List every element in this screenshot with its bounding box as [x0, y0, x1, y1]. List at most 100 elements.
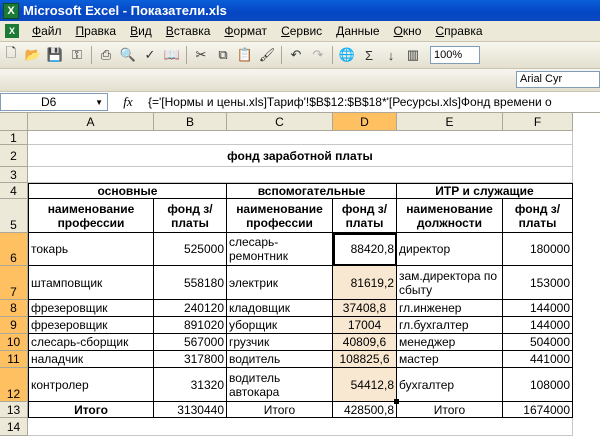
total-f[interactable]: 1674000 [503, 402, 573, 418]
header-fund-f[interactable]: фонд з/платы [503, 199, 573, 233]
column-header-c[interactable]: C [227, 113, 333, 131]
workbook-icon[interactable]: X [5, 24, 19, 38]
redo-icon[interactable]: ↷ [308, 45, 328, 65]
spelling-icon[interactable]: ✓ [140, 45, 160, 65]
cell-d10[interactable]: 40809,6 [333, 334, 397, 351]
save-icon[interactable]: 💾 [45, 45, 65, 65]
cell-f11[interactable]: 441000 [503, 351, 573, 368]
cell-f8[interactable]: 144000 [503, 300, 573, 317]
header-profession-c[interactable]: наименование профессии [227, 199, 333, 233]
permissions-icon[interactable]: ⚿ [67, 45, 87, 65]
menu-file[interactable]: Файл [25, 24, 69, 38]
cell-c6[interactable]: слесарь-ремонтник [227, 233, 333, 266]
row-header-12[interactable]: 12 [0, 368, 28, 402]
row-header-8[interactable]: 8 [0, 300, 28, 317]
empty-row-1[interactable] [28, 131, 573, 145]
header-fund-d[interactable]: фонд з/платы [333, 199, 397, 233]
cell-a10[interactable]: слесарь-сборщик [28, 334, 154, 351]
group-main[interactable]: основные [28, 183, 227, 199]
row-header-13[interactable]: 13 [0, 402, 28, 418]
excel-app-icon[interactable]: X [3, 2, 19, 19]
autosum-icon[interactable]: Σ [359, 45, 379, 65]
cell-b7[interactable]: 558180 [154, 266, 227, 300]
cell-a8[interactable]: фрезеровщик [28, 300, 154, 317]
menu-edit[interactable]: Правка [69, 24, 124, 38]
cell-d8[interactable]: 37408,8 [333, 300, 397, 317]
cell-a11[interactable]: наладчик [28, 351, 154, 368]
cell-f10[interactable]: 504000 [503, 334, 573, 351]
cell-d11[interactable]: 108825,6 [333, 351, 397, 368]
menu-tools[interactable]: Сервис [274, 24, 329, 38]
copy-icon[interactable]: ⧉ [213, 45, 233, 65]
format-painter-icon[interactable]: 🖌 [257, 45, 277, 65]
cell-c8[interactable]: кладовщик [227, 300, 333, 317]
cell-d6[interactable]: 88420,8 [333, 233, 397, 266]
total-d[interactable]: 428500,8 [333, 402, 397, 418]
cell-c11[interactable]: водитель [227, 351, 333, 368]
total-label-e[interactable]: Итого [397, 402, 503, 418]
cell-e9[interactable]: гл.бухгалтер [397, 317, 503, 334]
cell-b6[interactable]: 525000 [154, 233, 227, 266]
total-label-a[interactable]: Итого [28, 402, 154, 418]
row-header-2[interactable]: 2 [0, 145, 28, 167]
column-header-b[interactable]: B [154, 113, 227, 131]
total-label-c[interactable]: Итого [227, 402, 333, 418]
cell-f9[interactable]: 144000 [503, 317, 573, 334]
hyperlink-icon[interactable]: 🌐 [337, 45, 357, 65]
cell-f6[interactable]: 180000 [503, 233, 573, 266]
open-icon[interactable]: 📂 [23, 45, 43, 65]
print-icon[interactable]: ⎙ [96, 45, 116, 65]
row-header-4[interactable]: 4 [0, 183, 28, 199]
zoom-select[interactable]: 100% [430, 46, 480, 64]
row-header-11[interactable]: 11 [0, 351, 28, 368]
row-header-7[interactable]: 7 [0, 266, 28, 300]
cell-a6[interactable]: токарь [28, 233, 154, 266]
cell-a12[interactable]: контролер [28, 368, 154, 402]
paste-icon[interactable]: 📋 [235, 45, 255, 65]
row-header-6[interactable]: 6 [0, 233, 28, 266]
cut-icon[interactable]: ✂ [191, 45, 211, 65]
cell-c10[interactable]: грузчик [227, 334, 333, 351]
row-header-3[interactable]: 3 [0, 167, 28, 183]
cell-a7[interactable]: штамповщик [28, 266, 154, 300]
row-header-9[interactable]: 9 [0, 317, 28, 334]
cell-b11[interactable]: 317800 [154, 351, 227, 368]
menu-data[interactable]: Данные [329, 24, 386, 38]
cell-f12[interactable]: 108000 [503, 368, 573, 402]
formula-input[interactable]: {='[Нормы и цены.xls]Тариф'!$B$12:$B$18*… [148, 95, 600, 109]
cell-e8[interactable]: гл.инженер [397, 300, 503, 317]
chart-wizard-icon[interactable]: ▥ [403, 45, 423, 65]
column-header-d[interactable]: D [333, 113, 397, 131]
cell-e7[interactable]: зам.директора по сбыту [397, 266, 503, 300]
menu-insert[interactable]: Вставка [159, 24, 218, 38]
column-header-e[interactable]: E [397, 113, 503, 131]
column-header-f[interactable]: F [503, 113, 573, 131]
cell-e11[interactable]: мастер [397, 351, 503, 368]
cell-b12[interactable]: 31320 [154, 368, 227, 402]
undo-icon[interactable]: ↶ [286, 45, 306, 65]
header-profession-a[interactable]: наименование профессии [28, 199, 154, 233]
cell-a9[interactable]: фрезеровщик [28, 317, 154, 334]
name-box[interactable]: D6 ▼ [0, 93, 108, 111]
menu-window[interactable]: Окно [387, 24, 429, 38]
menu-view[interactable]: Вид [123, 24, 159, 38]
cell-d7[interactable]: 81619,2 [333, 266, 397, 300]
print-preview-icon[interactable]: 🔍 [118, 45, 138, 65]
column-header-a[interactable]: A [28, 113, 154, 131]
row-header-10[interactable]: 10 [0, 334, 28, 351]
cell-e10[interactable]: менеджер [397, 334, 503, 351]
new-icon[interactable]: 🗋 [1, 45, 21, 65]
group-aux[interactable]: вспомогательные [227, 183, 397, 199]
insert-function-icon[interactable]: fx [108, 94, 148, 110]
group-itr[interactable]: ИТР и служащие [397, 183, 573, 199]
menu-help[interactable]: Справка [428, 24, 489, 38]
cell-c12[interactable]: водитель автокара [227, 368, 333, 402]
cell-c7[interactable]: электрик [227, 266, 333, 300]
font-name-select[interactable]: Arial Cyr [516, 71, 600, 88]
total-b[interactable]: 3130440 [154, 402, 227, 418]
fill-handle[interactable] [394, 399, 399, 404]
cell-c9[interactable]: уборщик [227, 317, 333, 334]
header-fund-b[interactable]: фонд з/платы [154, 199, 227, 233]
sheet-title[interactable]: фонд заработной платы [28, 145, 573, 167]
empty-row-14[interactable] [28, 418, 573, 436]
